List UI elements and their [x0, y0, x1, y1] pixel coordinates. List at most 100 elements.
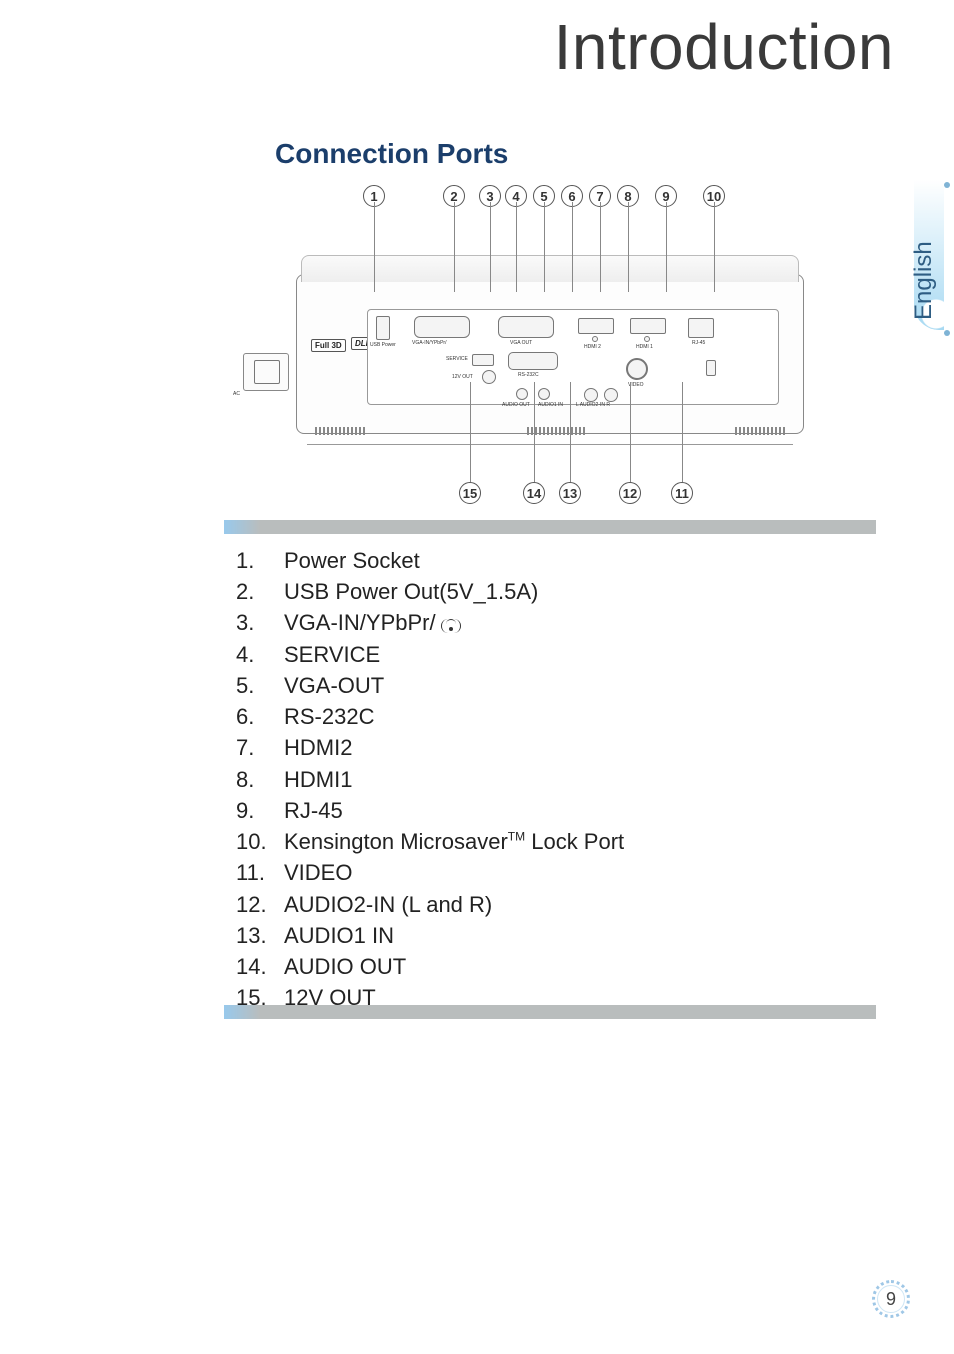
- legend-row: 4.SERVICE: [232, 639, 872, 670]
- legend-number: 2.: [232, 576, 284, 607]
- hdmi2-port: [578, 318, 614, 334]
- legend-text: 12V OUT: [284, 982, 872, 1013]
- service-port: [472, 354, 494, 366]
- legend-number: 3.: [232, 607, 284, 638]
- legend-number: 8.: [232, 764, 284, 795]
- leader-line: [470, 382, 471, 482]
- legend-text: AUDIO OUT: [284, 951, 872, 982]
- leader-line: [374, 202, 375, 292]
- leader-line: [454, 202, 455, 292]
- device-chassis: AC Full 3D DLP USB Power VGA-IN/YPbPr/ V…: [296, 274, 804, 434]
- legend-row: 8.HDMI1: [232, 764, 872, 795]
- legend-number: 13.: [232, 920, 284, 951]
- legend-row: 12.AUDIO2-IN (L and R): [232, 889, 872, 920]
- audio1-in-port: [538, 388, 550, 400]
- legend-text: HDMI1: [284, 764, 872, 795]
- legend-row: 10.Kensington MicrosaverTM Lock Port: [232, 826, 872, 857]
- legend-text: RS-232C: [284, 701, 872, 732]
- page-number-badge: 9: [872, 1280, 910, 1318]
- callout-12: 12: [619, 482, 641, 504]
- connection-ports-diagram: 12345678910 AC Full 3D DLP USB Power VGA…: [290, 180, 810, 510]
- ports-legend-list: 1.Power Socket2.USB Power Out(5V_1.5A)3.…: [232, 545, 872, 1014]
- manual-page: Introduction Connection Ports English 12…: [0, 0, 954, 1354]
- vga-out-label: VGA OUT: [510, 340, 532, 346]
- leader-line: [534, 382, 535, 482]
- leader-line: [490, 202, 491, 292]
- legend-row: 13.AUDIO1 IN: [232, 920, 872, 951]
- legend-row: 7.HDMI2: [232, 732, 872, 763]
- legend-number: 10.: [232, 826, 284, 857]
- legend-text: AUDIO1 IN: [284, 920, 872, 951]
- leader-line: [630, 382, 631, 482]
- legend-text: VGA-IN/YPbPr/: [284, 607, 872, 638]
- ports-panel: USB Power VGA-IN/YPbPr/ VGA OUT HDMI 2 H…: [367, 309, 779, 405]
- language-side-tab: English: [904, 180, 954, 340]
- legend-row: 6.RS-232C: [232, 701, 872, 732]
- legend-number: 12.: [232, 889, 284, 920]
- legend-row: 3.VGA-IN/YPbPr/: [232, 607, 872, 638]
- legend-text: RJ-45: [284, 795, 872, 826]
- legend-text: USB Power Out(5V_1.5A): [284, 576, 872, 607]
- 12v-out-port: [482, 370, 496, 384]
- callout-14: 14: [523, 482, 545, 504]
- vga-in-label: VGA-IN/YPbPr/: [412, 340, 446, 346]
- rs232-port: [508, 352, 558, 370]
- usb-power-port: [376, 316, 390, 340]
- legend-number: 14.: [232, 951, 284, 982]
- legend-row: 5.VGA-OUT: [232, 670, 872, 701]
- legend-row: 15.12V OUT: [232, 982, 872, 1013]
- audio-out-label: AUDIO OUT: [502, 402, 530, 408]
- page-title: Introduction: [554, 10, 894, 84]
- full3d-badge: Full 3D: [311, 339, 346, 352]
- ac-power-socket: [243, 353, 289, 391]
- legend-text: HDMI2: [284, 732, 872, 763]
- callout-15: 15: [459, 482, 481, 504]
- section-heading: Connection Ports: [275, 138, 508, 170]
- vga-in-port: [414, 316, 470, 338]
- leader-line: [544, 202, 545, 292]
- legend-number: 15.: [232, 982, 284, 1013]
- usb-power-label: USB Power: [370, 342, 396, 348]
- audio2-l-port: [584, 388, 598, 402]
- legend-row: 2.USB Power Out(5V_1.5A): [232, 576, 872, 607]
- legend-number: 1.: [232, 545, 284, 576]
- legend-row: 11.VIDEO: [232, 857, 872, 888]
- audio2-r-port: [604, 388, 618, 402]
- page-number: 9: [877, 1285, 905, 1313]
- vga-out-port: [498, 316, 554, 338]
- legend-number: 6.: [232, 701, 284, 732]
- legend-row: 14.AUDIO OUT: [232, 951, 872, 982]
- legend-row: 9.RJ-45: [232, 795, 872, 826]
- hdmi2-label: HDMI 2: [584, 344, 601, 350]
- leader-line: [666, 202, 667, 292]
- rs232-label: RS-232C: [518, 372, 539, 378]
- leader-line: [516, 202, 517, 292]
- callout-11: 11: [671, 482, 693, 504]
- top-callouts: 12345678910: [290, 185, 810, 221]
- legend-text: Kensington MicrosaverTM Lock Port: [284, 826, 872, 857]
- callout-13: 13: [559, 482, 581, 504]
- rj45-label: RJ-45: [692, 340, 705, 346]
- audio-out-port: [516, 388, 528, 400]
- wireless-icon: [442, 617, 460, 631]
- leader-line: [714, 202, 715, 292]
- legend-text: VIDEO: [284, 857, 872, 888]
- leader-line: [682, 382, 683, 482]
- audio1-in-label: AUDIO1 IN: [538, 402, 563, 408]
- leader-line: [572, 202, 573, 292]
- kensington-lock: [706, 360, 716, 376]
- rj45-port: [688, 318, 714, 338]
- legend-number: 5.: [232, 670, 284, 701]
- legend-text: AUDIO2-IN (L and R): [284, 889, 872, 920]
- audio2-in-label: L AUDIO2-IN R: [576, 402, 610, 408]
- legend-number: 9.: [232, 795, 284, 826]
- hdmi1-label: HDMI 1: [636, 344, 653, 350]
- divider-bar-top: [224, 520, 876, 534]
- legend-text: SERVICE: [284, 639, 872, 670]
- legend-number: 7.: [232, 732, 284, 763]
- hdmi1-port: [630, 318, 666, 334]
- video-port: [626, 358, 648, 380]
- 12v-out-label: 12V OUT: [452, 374, 473, 380]
- language-label: English: [910, 241, 938, 320]
- legend-number: 4.: [232, 639, 284, 670]
